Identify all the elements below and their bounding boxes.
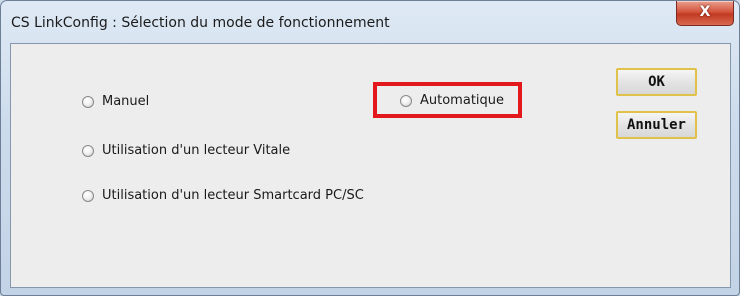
ok-button[interactable]: OK (616, 68, 697, 96)
radio-button-icon (82, 144, 94, 157)
radio-lecteur-vitale[interactable]: Utilisation d'un lecteur Vitale (82, 143, 290, 158)
window-title: CS LinkConfig : Sélection du mode de fon… (11, 15, 390, 31)
radio-automatique[interactable]: Automatique (400, 93, 504, 108)
dialog-window: CS LinkConfig : Sélection du mode de fon… (0, 0, 740, 296)
radio-manuel[interactable]: Manuel (82, 94, 149, 109)
close-button[interactable]: X (676, 1, 734, 26)
dialog-content: Manuel Automatique Utilisation d'un lect… (10, 43, 731, 288)
radio-label-manuel: Manuel (102, 94, 150, 109)
radio-label-vitale: Utilisation d'un lecteur Vitale (102, 143, 291, 158)
radio-button-icon (82, 189, 94, 202)
radio-label-smartcard: Utilisation d'un lecteur Smartcard PC/SC (102, 188, 364, 203)
radio-label-automatique: Automatique (420, 93, 505, 108)
radio-button-icon (82, 95, 94, 108)
radio-lecteur-smartcard[interactable]: Utilisation d'un lecteur Smartcard PC/SC (82, 188, 364, 203)
close-icon: X (699, 4, 711, 20)
radio-button-icon (400, 94, 412, 107)
cancel-button[interactable]: Annuler (616, 111, 697, 139)
